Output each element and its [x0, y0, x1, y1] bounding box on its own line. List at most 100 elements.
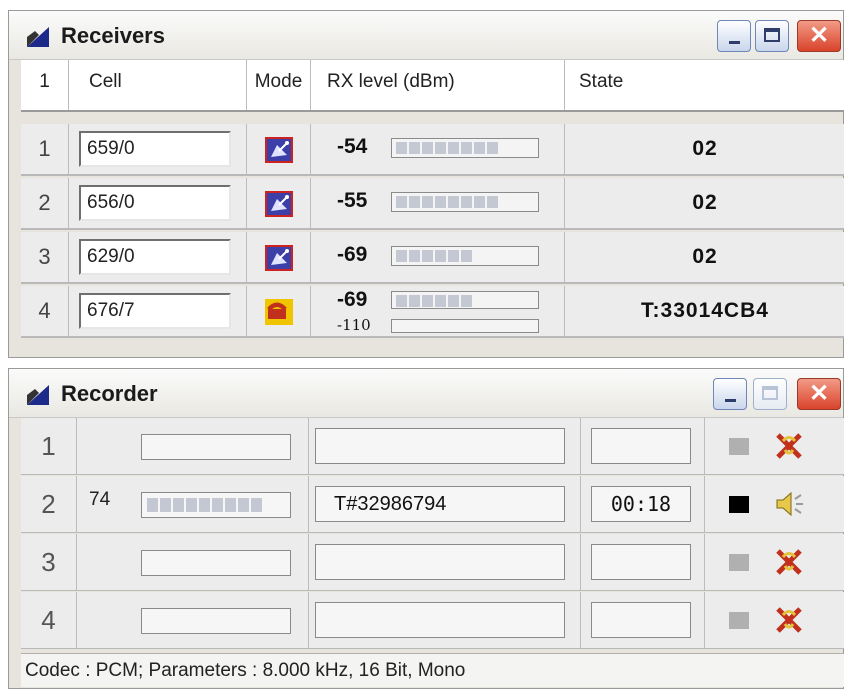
cell-input[interactable]: 659/0: [79, 131, 231, 167]
recorder-row[interactable]: 1: [21, 418, 844, 475]
recorder-target-column: [309, 592, 581, 649]
recorder-level-bar: [141, 608, 291, 634]
receivers-title: Receivers: [61, 23, 165, 48]
level-segment: [487, 142, 498, 154]
recorder-number: 2: [21, 476, 77, 533]
app-icon: [27, 385, 49, 405]
level-segment: [173, 498, 184, 512]
close-button[interactable]: ✕: [797, 378, 841, 410]
disabled-x-icon[interactable]: [773, 604, 805, 636]
level-segment: [435, 250, 446, 262]
receiver-row[interactable]: 1 659/0 -54 02: [21, 124, 844, 176]
level-segment: [396, 142, 407, 154]
receiver-row[interactable]: 4 676/7 -69 -110 T:33014CB4: [21, 286, 844, 338]
recorder-level-column: [77, 418, 309, 475]
receiver-row[interactable]: 2 656/0 -55 02: [21, 178, 844, 230]
record-indicator[interactable]: [729, 554, 749, 571]
rx-level-bar: [391, 138, 539, 158]
level-segment: [160, 498, 171, 512]
rx-level-value: -69: [337, 288, 368, 311]
recorder-time-field: [591, 602, 691, 638]
receiver-row[interactable]: 3 629/0 -69 02: [21, 232, 844, 284]
recorder-controls: [705, 476, 844, 533]
level-segment: [409, 250, 420, 262]
recorder-target-column: T#32986794: [309, 476, 581, 533]
rx-level-bar: [391, 192, 539, 212]
satellite-icon[interactable]: [265, 191, 293, 217]
level-segment: [461, 196, 472, 208]
level-segment: [461, 142, 472, 154]
disabled-x-icon[interactable]: [773, 430, 805, 462]
minimize-icon: [729, 41, 740, 44]
recorder-controls: [705, 418, 844, 475]
rx-level-column: -69: [311, 232, 565, 282]
receiver-number: 3: [21, 232, 69, 282]
mode-column: [247, 232, 311, 282]
record-indicator[interactable]: [729, 438, 749, 455]
cell-input[interactable]: 629/0: [79, 239, 231, 275]
cell-column: 629/0: [69, 232, 247, 282]
level-segment: [409, 196, 420, 208]
level-segment: [448, 295, 459, 307]
recorder-time-column: 00:18: [581, 476, 705, 533]
maximize-icon: [764, 28, 780, 42]
rx-level-column: -69 -110: [311, 286, 565, 336]
recorder-target-field: [315, 544, 565, 580]
recorder-level-column: [77, 592, 309, 649]
state-value: 02: [692, 137, 718, 160]
header-num: 1: [21, 60, 69, 110]
level-segment: [396, 196, 407, 208]
recorder-row[interactable]: 4: [21, 592, 844, 649]
level-segment: [199, 498, 210, 512]
header-state: State: [579, 71, 624, 92]
close-button[interactable]: ✕: [797, 20, 841, 52]
recorder-titlebar[interactable]: Recorder ✕: [9, 369, 843, 418]
rx-level-sub-bar: [391, 319, 539, 333]
cell-input[interactable]: 676/7: [79, 293, 231, 329]
recorder-controls: [705, 592, 844, 649]
satellite-icon[interactable]: [265, 137, 293, 163]
level-segment: [238, 498, 249, 512]
record-indicator[interactable]: [729, 496, 749, 513]
level-segment: [396, 295, 407, 307]
level-segment: [147, 498, 158, 512]
recorder-time-field: [591, 428, 691, 464]
speaker-icon[interactable]: [773, 488, 805, 520]
maximize-button[interactable]: [755, 20, 789, 52]
recorder-row[interactable]: 3: [21, 534, 844, 591]
record-indicator[interactable]: [729, 612, 749, 629]
mode-column: [247, 124, 311, 174]
recorder-window: Recorder ✕ 1 2 74 T#32986794 00:18 3 4 Codec :…: [8, 368, 844, 689]
recorder-row[interactable]: 2 74 T#32986794 00:18: [21, 476, 844, 533]
level-segment: [409, 295, 420, 307]
cell-input[interactable]: 656/0: [79, 185, 231, 221]
recorder-time-column: [581, 534, 705, 591]
level-segment: [461, 295, 472, 307]
level-segment: [448, 250, 459, 262]
level-segment: [448, 142, 459, 154]
close-icon: ✕: [808, 380, 830, 407]
minimize-button[interactable]: [717, 20, 751, 52]
recorder-time-column: [581, 418, 705, 475]
cell-column: 676/7: [69, 286, 247, 336]
state-value: 02: [692, 191, 718, 214]
close-icon: ✕: [808, 22, 830, 49]
recorder-target-field: [315, 602, 565, 638]
receivers-header-row: 1 Cell Mode RX level (dBm) State: [21, 60, 844, 112]
level-segment: [186, 498, 197, 512]
satellite-icon[interactable]: [265, 245, 293, 271]
receiver-number: 2: [21, 178, 69, 228]
recorder-level-value: 74: [89, 489, 111, 510]
recorder-target-column: [309, 418, 581, 475]
phone-icon[interactable]: [265, 299, 293, 325]
disabled-x-icon[interactable]: [773, 546, 805, 578]
receivers-titlebar[interactable]: Receivers ✕: [9, 11, 843, 60]
level-segment: [435, 196, 446, 208]
rx-level-column: -55: [311, 178, 565, 228]
receivers-window: Receivers ✕ 1 Cell Mode RX level (dBm) S…: [8, 10, 844, 358]
recorder-level-bar: [141, 550, 291, 576]
minimize-button[interactable]: [713, 378, 747, 410]
level-segment: [396, 250, 407, 262]
header-mode: Mode: [247, 60, 311, 110]
level-segment: [422, 250, 433, 262]
